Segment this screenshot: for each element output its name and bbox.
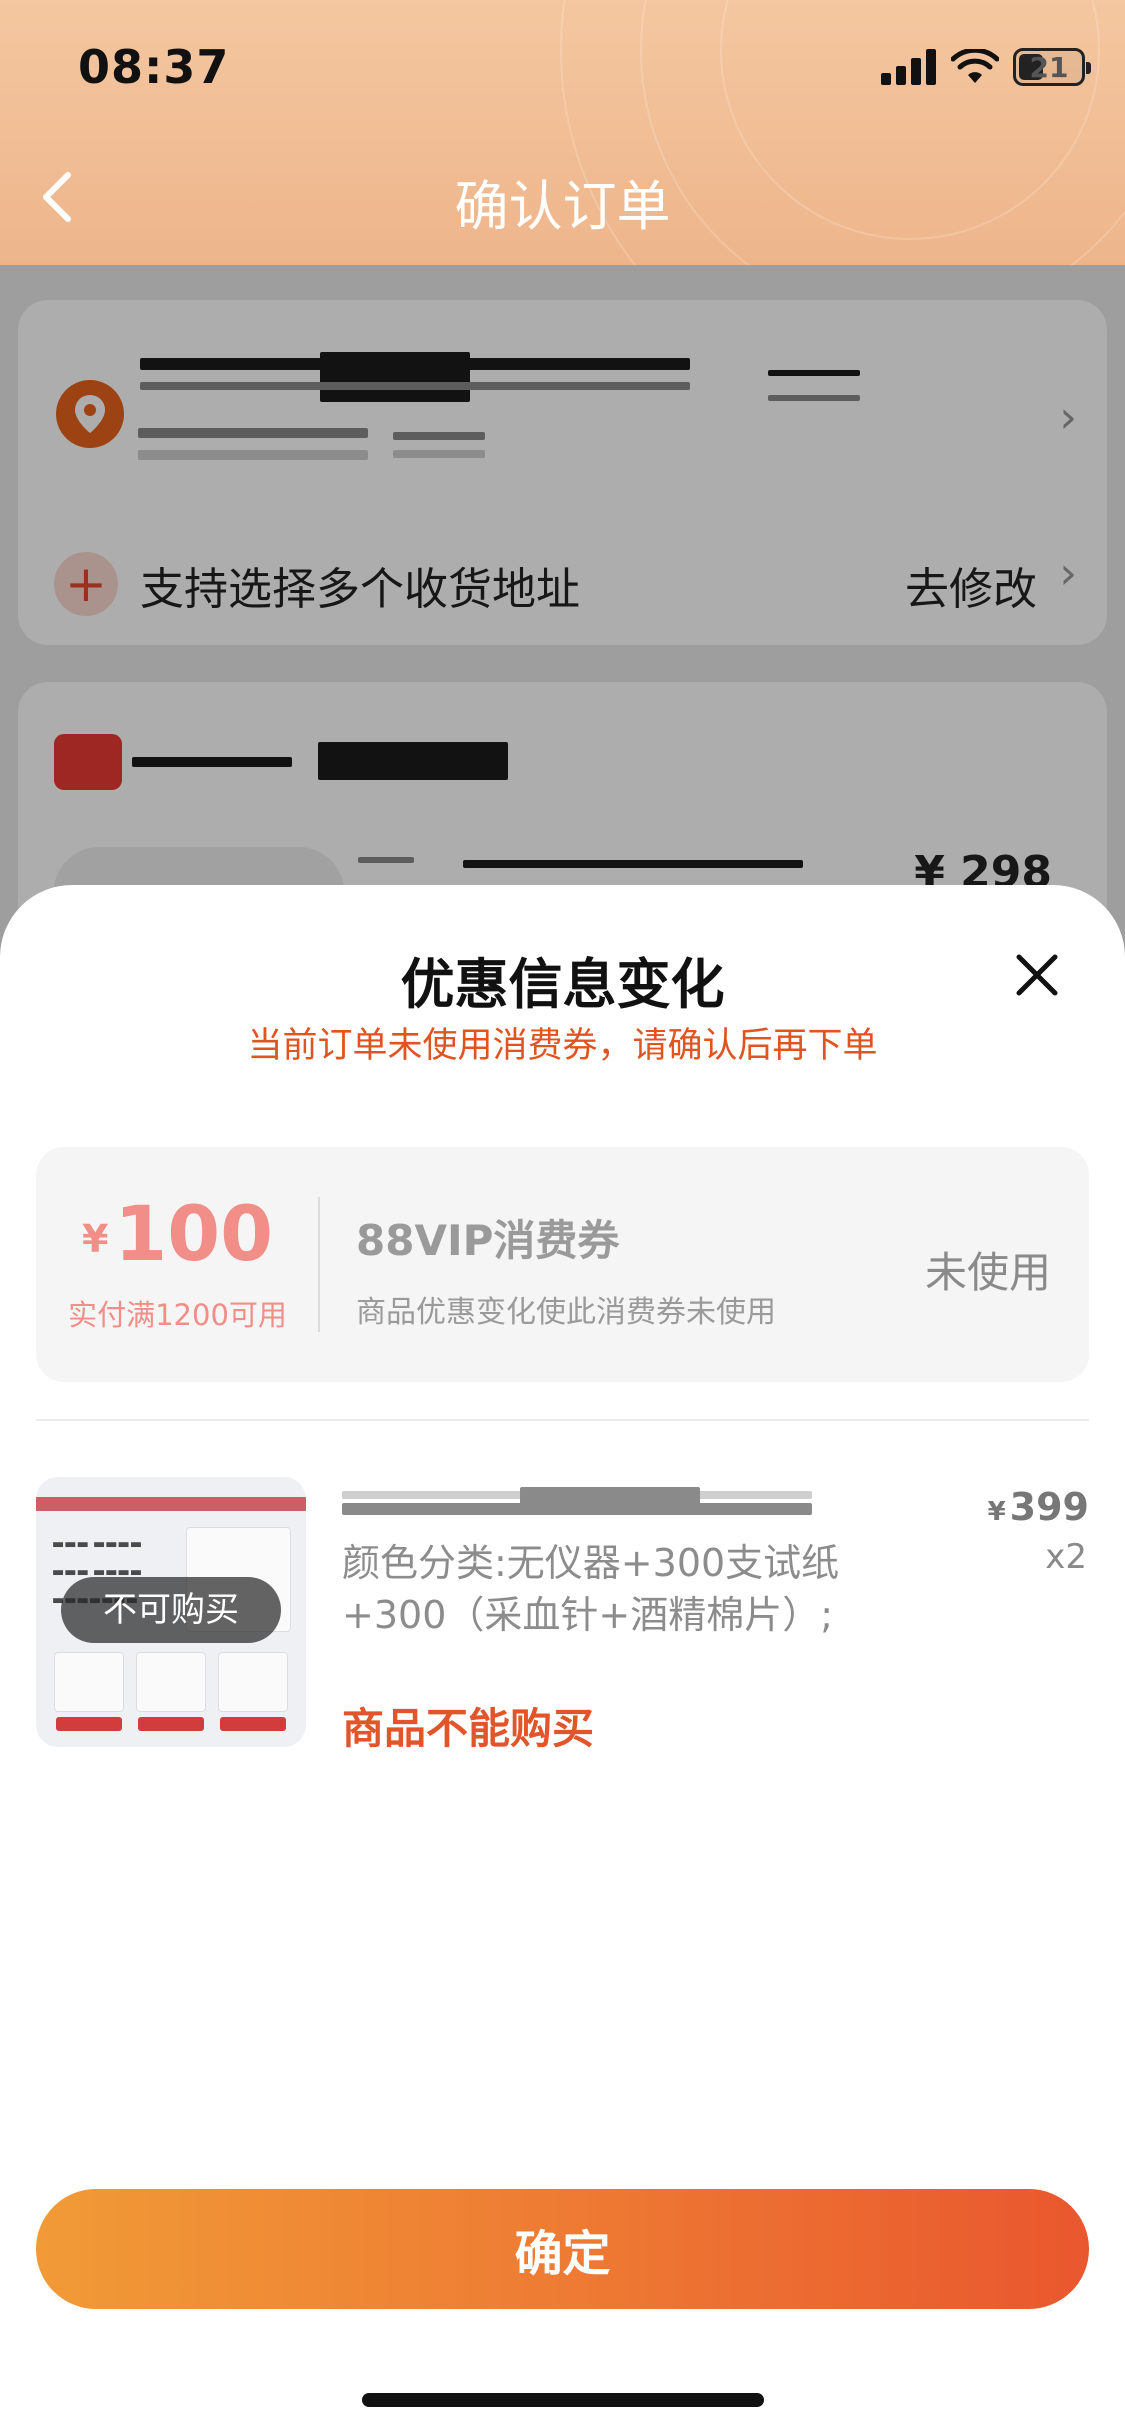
- coupon-divider: [318, 1197, 320, 1332]
- status-time: 08:37: [78, 40, 230, 94]
- coupon-condition: 实付满1200可用: [68, 1298, 287, 1332]
- confirm-button[interactable]: 确定: [36, 2189, 1089, 2309]
- page-title: 确认订单: [454, 175, 671, 238]
- status-icons: 21: [881, 48, 1091, 86]
- price-currency: ¥: [987, 1497, 1006, 1527]
- coupon-currency: ¥: [81, 1217, 109, 1261]
- coupon-card: ¥100 实付满1200可用 88VIP消费券 商品优惠变化使此消费券未使用 未…: [36, 1147, 1089, 1382]
- battery-level: 21: [1029, 50, 1069, 84]
- redacted-product-title: [520, 1487, 700, 1515]
- nav-header: 08:37 21 确认订单: [0, 0, 1125, 265]
- discount-change-sheet: 优惠信息变化 当前订单未使用消费券，请确认后再下单 ¥100 实付满1200可用…: [0, 885, 1125, 2436]
- close-button[interactable]: [1009, 947, 1065, 1003]
- unavailable-badge: 不可购买: [61, 1577, 281, 1643]
- divider: [36, 1419, 1089, 1421]
- sheet-subtitle: 当前订单未使用消费券，请确认后再下单: [247, 1026, 878, 1066]
- product-quantity: x2: [1045, 1537, 1087, 1577]
- home-indicator[interactable]: [362, 2393, 764, 2407]
- product-unavailable-warning: 商品不能购买: [342, 1704, 595, 1753]
- product-spec: 颜色分类:无仪器+300支试纸+300（采血针+酒精棉片）;: [342, 1541, 840, 1637]
- coupon-description: 商品优惠变化使此消费券未使用: [356, 1295, 776, 1330]
- wifi-icon: [951, 49, 999, 83]
- product-price: ¥399: [988, 1485, 1089, 1529]
- price-value: 399: [1009, 1485, 1089, 1529]
- coupon-amount: ¥100: [36, 1189, 319, 1278]
- battery-icon: 21: [1013, 48, 1091, 86]
- product-image: ▬▬▬ ▬▬▬▬ ▬▬▬ ▬▬▬▬ ▬▬▬▬▬▬▬ 不可购买: [36, 1477, 306, 1747]
- sheet-title: 优惠信息变化: [400, 953, 725, 1016]
- coupon-name: 88VIP消费券: [356, 1216, 620, 1265]
- signal-icon: [881, 49, 936, 85]
- close-icon: [1016, 954, 1058, 996]
- coupon-value: 100: [114, 1189, 274, 1278]
- coupon-status: 未使用: [924, 1248, 1051, 1297]
